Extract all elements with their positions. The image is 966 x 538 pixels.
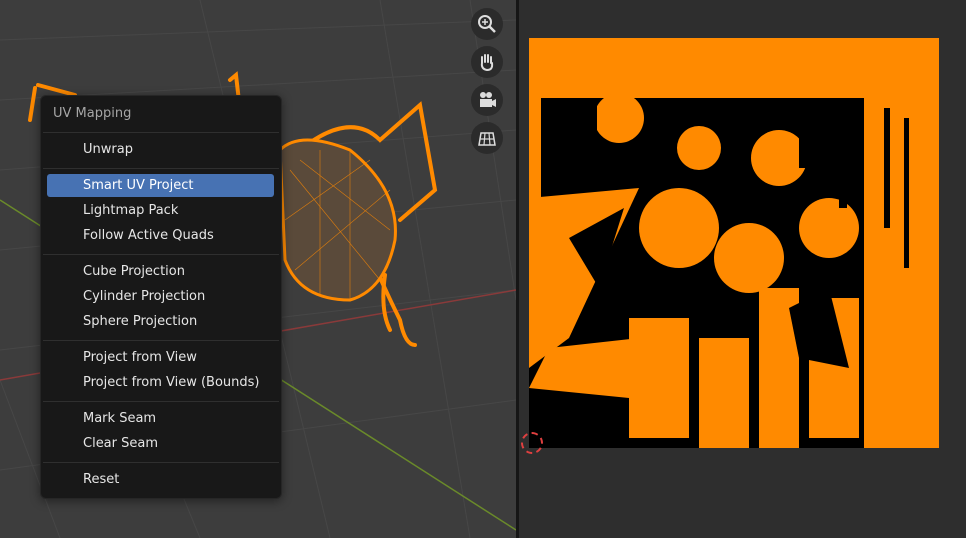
menu-item-follow-active-quads[interactable]: Follow Active Quads — [47, 224, 274, 247]
zoom-icon[interactable] — [471, 8, 503, 40]
menu-item-mark-seam[interactable]: Mark Seam — [47, 407, 274, 430]
3d-viewport[interactable]: UV Mapping Unwrap Smart UV Project Light… — [0, 0, 516, 538]
menu-item-sphere-projection[interactable]: Sphere Projection — [47, 310, 274, 333]
menu-item-project-from-view[interactable]: Project from View — [47, 346, 274, 369]
menu-item-project-from-view-bounds[interactable]: Project from View (Bounds) — [47, 371, 274, 394]
menu-title: UV Mapping — [53, 106, 132, 121]
hand-pan-icon[interactable] — [471, 46, 503, 78]
camera-icon[interactable] — [471, 84, 503, 116]
uv-mapping-menu: UV Mapping Unwrap Smart UV Project Light… — [40, 95, 282, 499]
menu-item-cube-projection[interactable]: Cube Projection — [47, 260, 274, 283]
menu-item-cylinder-projection[interactable]: Cylinder Projection — [47, 285, 274, 308]
menu-item-lightmap-pack[interactable]: Lightmap Pack — [47, 199, 274, 222]
menu-item-unwrap[interactable]: Unwrap — [47, 138, 274, 161]
navigation-gizmos — [471, 8, 505, 160]
menu-item-smart-uv-project[interactable]: Smart UV Project — [47, 174, 274, 197]
grid-view-icon[interactable] — [471, 122, 503, 154]
uv-editor[interactable] — [519, 0, 966, 538]
menu-item-clear-seam[interactable]: Clear Seam — [47, 432, 274, 455]
menu-item-reset[interactable]: Reset — [47, 468, 274, 491]
2d-cursor[interactable] — [521, 432, 543, 454]
uv-canvas — [529, 38, 939, 448]
